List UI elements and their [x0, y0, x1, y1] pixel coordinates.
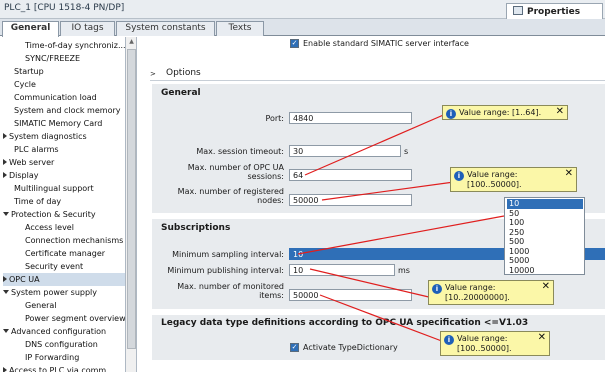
tooltip-sessions: i Value range: [1..64]. ✕ — [442, 105, 568, 120]
callout-line — [321, 181, 455, 201]
close-icon[interactable]: ✕ — [556, 107, 564, 117]
tooltip-publishing: i Value range: [10..20000000]. ✕ — [428, 280, 554, 305]
tooltip-text: [100..50000]. — [467, 180, 522, 189]
dropdown-option[interactable]: 50 — [507, 209, 583, 219]
tooltip-text: Value range: — [467, 170, 518, 179]
callout-line — [304, 112, 449, 176]
dropdown-option[interactable]: 10000 — [507, 266, 583, 276]
dropdown-option[interactable]: 250 — [507, 228, 583, 238]
sampling-dropdown-list[interactable]: 10 50 100 250 500 1000 5000 10000 — [504, 197, 585, 275]
info-icon: i — [446, 109, 456, 119]
tooltip-text: Value range: — [457, 334, 508, 343]
callout-line — [297, 215, 505, 255]
close-icon[interactable]: ✕ — [538, 333, 546, 343]
tooltip-text: [10..20000000]. — [445, 293, 510, 302]
tooltip-nodes: i Value range: [100..50000]. ✕ — [450, 167, 577, 192]
dropdown-option[interactable]: 10 — [507, 199, 583, 209]
close-icon[interactable]: ✕ — [565, 169, 573, 179]
tooltip-text: [100..50000]. — [457, 344, 512, 353]
close-icon[interactable]: ✕ — [542, 282, 550, 292]
info-icon: i — [454, 171, 464, 181]
tooltip-text: Value range: — [445, 283, 496, 292]
callout-line — [309, 268, 434, 299]
dropdown-option[interactable]: 500 — [507, 237, 583, 247]
dropdown-option[interactable]: 100 — [507, 218, 583, 228]
dropdown-option[interactable]: 1000 — [507, 247, 583, 257]
tooltip-monitored: i Value range: [100..50000]. ✕ — [440, 331, 550, 356]
tooltip-text: Value range: [1..64]. — [459, 108, 542, 117]
dropdown-option[interactable]: 5000 — [507, 256, 583, 266]
info-icon: i — [432, 284, 442, 294]
info-icon: i — [444, 335, 454, 345]
